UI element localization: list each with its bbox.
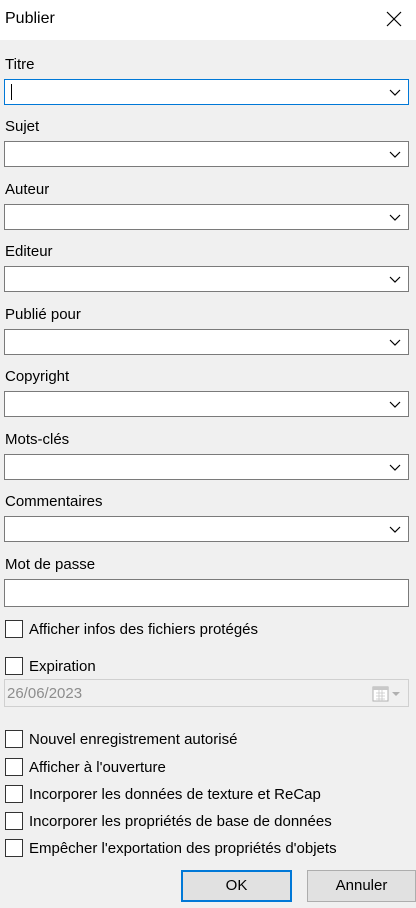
chevron-down-icon[interactable] bbox=[388, 336, 402, 348]
expiration-label: Expiration bbox=[29, 657, 96, 675]
embed-texture-recap-label: Incorporer les données de texture et ReC… bbox=[29, 785, 321, 803]
chevron-down-icon[interactable] bbox=[388, 461, 402, 473]
chevron-down-icon[interactable] bbox=[388, 211, 402, 223]
comments-label: Commentaires bbox=[5, 493, 103, 510]
dialog-title: Publier bbox=[5, 10, 55, 27]
title-combobox[interactable] bbox=[4, 79, 409, 105]
prevent-object-export-checkbox[interactable]: Empêcher l'exportation des propriétés d'… bbox=[5, 838, 337, 858]
expiration-date-value: 26/06/2023 bbox=[7, 685, 83, 702]
show-protected-label: Afficher infos des fichiers protégés bbox=[29, 620, 259, 638]
chevron-down-icon[interactable] bbox=[388, 148, 402, 160]
chevron-down-icon[interactable] bbox=[388, 398, 402, 410]
password-label: Mot de passe bbox=[5, 556, 96, 573]
allow-new-record-label: Nouvel enregistrement autorisé bbox=[29, 730, 238, 748]
expiration-checkbox[interactable]: Expiration bbox=[5, 656, 96, 676]
checkbox-box[interactable] bbox=[5, 839, 23, 857]
chevron-down-icon[interactable] bbox=[388, 523, 402, 535]
published-for-combobox[interactable] bbox=[4, 329, 409, 355]
checkbox-box[interactable] bbox=[5, 758, 23, 776]
password-field[interactable] bbox=[4, 579, 409, 607]
checkbox-box[interactable] bbox=[5, 657, 23, 675]
dialog-titlebar: Publier bbox=[0, 0, 416, 40]
comments-combobox[interactable] bbox=[4, 516, 409, 542]
expiration-date-picker: 26/06/2023 bbox=[4, 679, 409, 707]
author-label: Auteur bbox=[5, 181, 50, 198]
subject-combobox[interactable] bbox=[4, 141, 409, 167]
copyright-combobox[interactable] bbox=[4, 391, 409, 417]
cancel-button[interactable]: Annuler bbox=[307, 870, 416, 902]
text-cursor bbox=[11, 84, 12, 100]
ok-button[interactable]: OK bbox=[181, 870, 292, 902]
publisher-combobox[interactable] bbox=[4, 266, 409, 292]
allow-new-record-checkbox[interactable]: Nouvel enregistrement autorisé bbox=[5, 729, 237, 749]
subject-label: Sujet bbox=[5, 118, 40, 135]
show-on-open-checkbox[interactable]: Afficher à l'ouverture bbox=[5, 757, 166, 777]
embed-texture-recap-checkbox[interactable]: Incorporer les données de texture et ReC… bbox=[5, 784, 321, 804]
chevron-down-icon[interactable] bbox=[388, 273, 402, 285]
publisher-label: Editeur bbox=[5, 243, 53, 260]
show-protected-checkbox[interactable]: Afficher infos des fichiers protégés bbox=[5, 619, 258, 639]
author-combobox[interactable] bbox=[4, 204, 409, 230]
chevron-down-icon[interactable] bbox=[388, 86, 402, 98]
keywords-label: Mots-clés bbox=[5, 431, 70, 448]
checkbox-box[interactable] bbox=[5, 730, 23, 748]
close-icon[interactable] bbox=[382, 7, 406, 31]
embed-database-properties-label: Incorporer les propriétés de base de don… bbox=[29, 812, 332, 830]
checkbox-box[interactable] bbox=[5, 812, 23, 830]
checkbox-box[interactable] bbox=[5, 620, 23, 638]
checkbox-box[interactable] bbox=[5, 785, 23, 803]
prevent-object-export-label: Empêcher l'exportation des propriétés d'… bbox=[29, 839, 337, 857]
copyright-label: Copyright bbox=[5, 368, 70, 385]
embed-database-properties-checkbox[interactable]: Incorporer les propriétés de base de don… bbox=[5, 811, 332, 831]
show-on-open-label: Afficher à l'ouverture bbox=[29, 758, 166, 776]
calendar-dropdown-icon bbox=[372, 686, 400, 702]
title-label: Titre bbox=[5, 56, 35, 73]
published-for-label: Publié pour bbox=[5, 306, 81, 323]
keywords-combobox[interactable] bbox=[4, 454, 409, 480]
